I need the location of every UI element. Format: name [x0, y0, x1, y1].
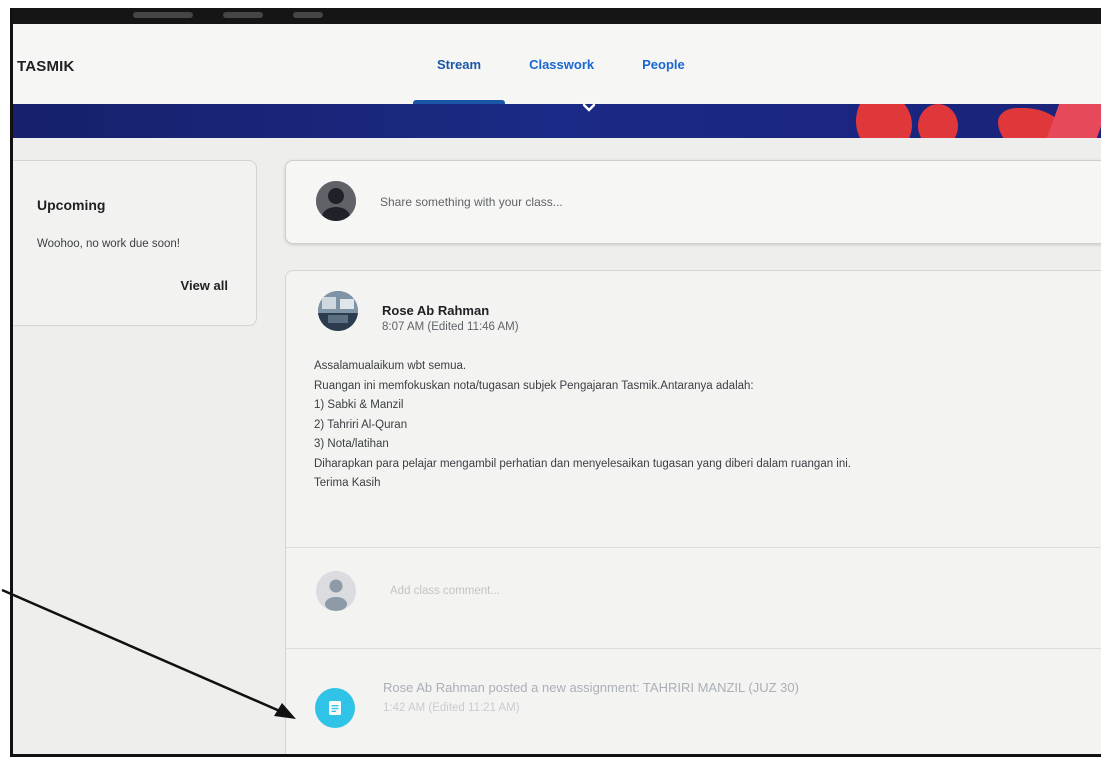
share-placeholder[interactable]: Share something with your class...	[380, 195, 563, 209]
share-box[interactable]: Share something with your class...	[285, 160, 1101, 244]
post-line: Diharapkan para pelajar mengambil perhat…	[314, 457, 852, 470]
upcoming-message: Woohoo, no work due soon!	[37, 238, 180, 250]
view-all-link[interactable]: View all	[181, 278, 228, 293]
avatar-icon	[316, 571, 356, 611]
author-avatar	[318, 291, 358, 331]
nav-tabs: Stream Classwork People	[413, 24, 709, 104]
post-timestamp: 8:07 AM (Edited 11:46 AM)	[382, 321, 519, 333]
post-line: Assalamualaikum wbt semua.	[314, 360, 467, 372]
upcoming-card: Upcoming Woohoo, no work due soon! View …	[13, 160, 257, 326]
tab-stream[interactable]: Stream	[413, 24, 506, 104]
classroom-screen: TASMIK Stream Classwork People Upcoming …	[10, 8, 1101, 757]
tab-classwork[interactable]: Classwork	[505, 24, 618, 104]
post-line: 2) Tahriri Al-Quran	[314, 418, 408, 431]
class-banner	[13, 104, 1101, 138]
post-body: Assalamualaikum wbt semua. Ruangan ini m…	[314, 357, 1094, 494]
upcoming-title: Upcoming	[37, 197, 106, 213]
post-divider	[286, 547, 1101, 548]
post-line: Ruangan ini memfokuskan nota/tugasan sub…	[314, 379, 754, 392]
post-line: Terima Kasih	[314, 477, 381, 489]
photo-frame: TASMIK Stream Classwork People Upcoming …	[0, 0, 1105, 764]
post-line: 1) Sabki & Manzil	[314, 399, 404, 411]
class-title: TASMIK	[17, 58, 75, 75]
top-app-bar: TASMIK Stream Classwork People	[13, 24, 1101, 105]
avatar-icon	[316, 181, 356, 221]
monitor-bezel	[13, 8, 1101, 24]
post-author[interactable]: Rose Ab Rahman	[382, 303, 489, 318]
assignment-title[interactable]: Rose Ab Rahman posted a new assignment: …	[383, 680, 799, 695]
assignment-icon	[315, 688, 355, 728]
comment-input[interactable]: Add class comment...	[390, 585, 500, 597]
assignment-timestamp: 1:42 AM (Edited 11:21 AM)	[383, 702, 520, 714]
tab-people[interactable]: People	[618, 24, 709, 104]
post-line: 3) Nota/latihan	[314, 438, 389, 450]
chevron-down-icon[interactable]	[581, 100, 597, 116]
stream-divider	[285, 648, 1101, 649]
